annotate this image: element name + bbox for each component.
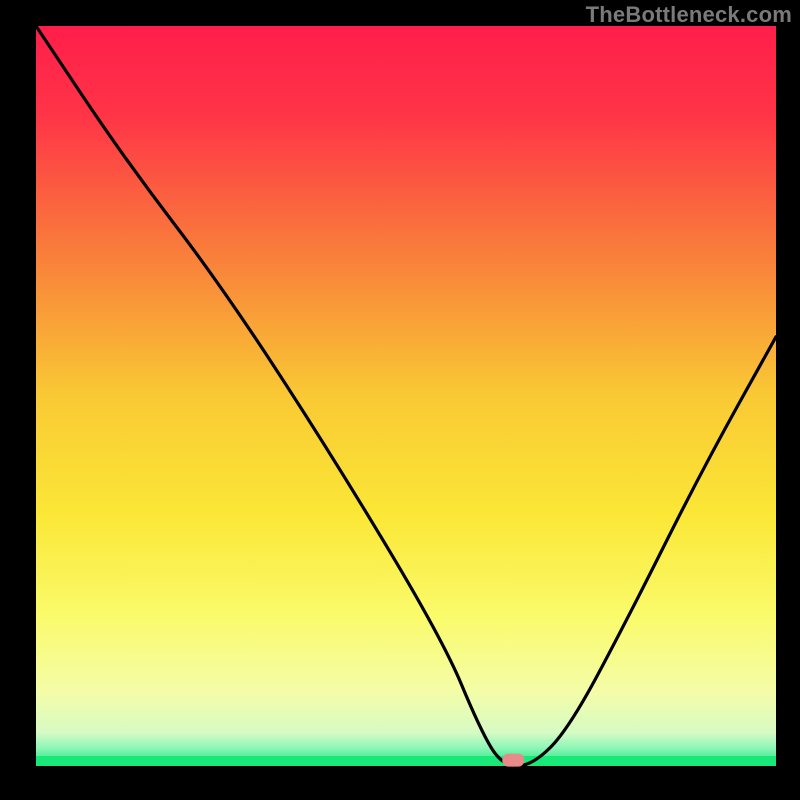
- chart-frame: TheBottleneck.com: [0, 0, 800, 800]
- plot-background: [36, 26, 776, 766]
- bottleneck-chart: [0, 0, 800, 800]
- optimal-marker: [502, 754, 524, 767]
- baseline-band: [36, 756, 776, 766]
- watermark-text: TheBottleneck.com: [586, 2, 792, 28]
